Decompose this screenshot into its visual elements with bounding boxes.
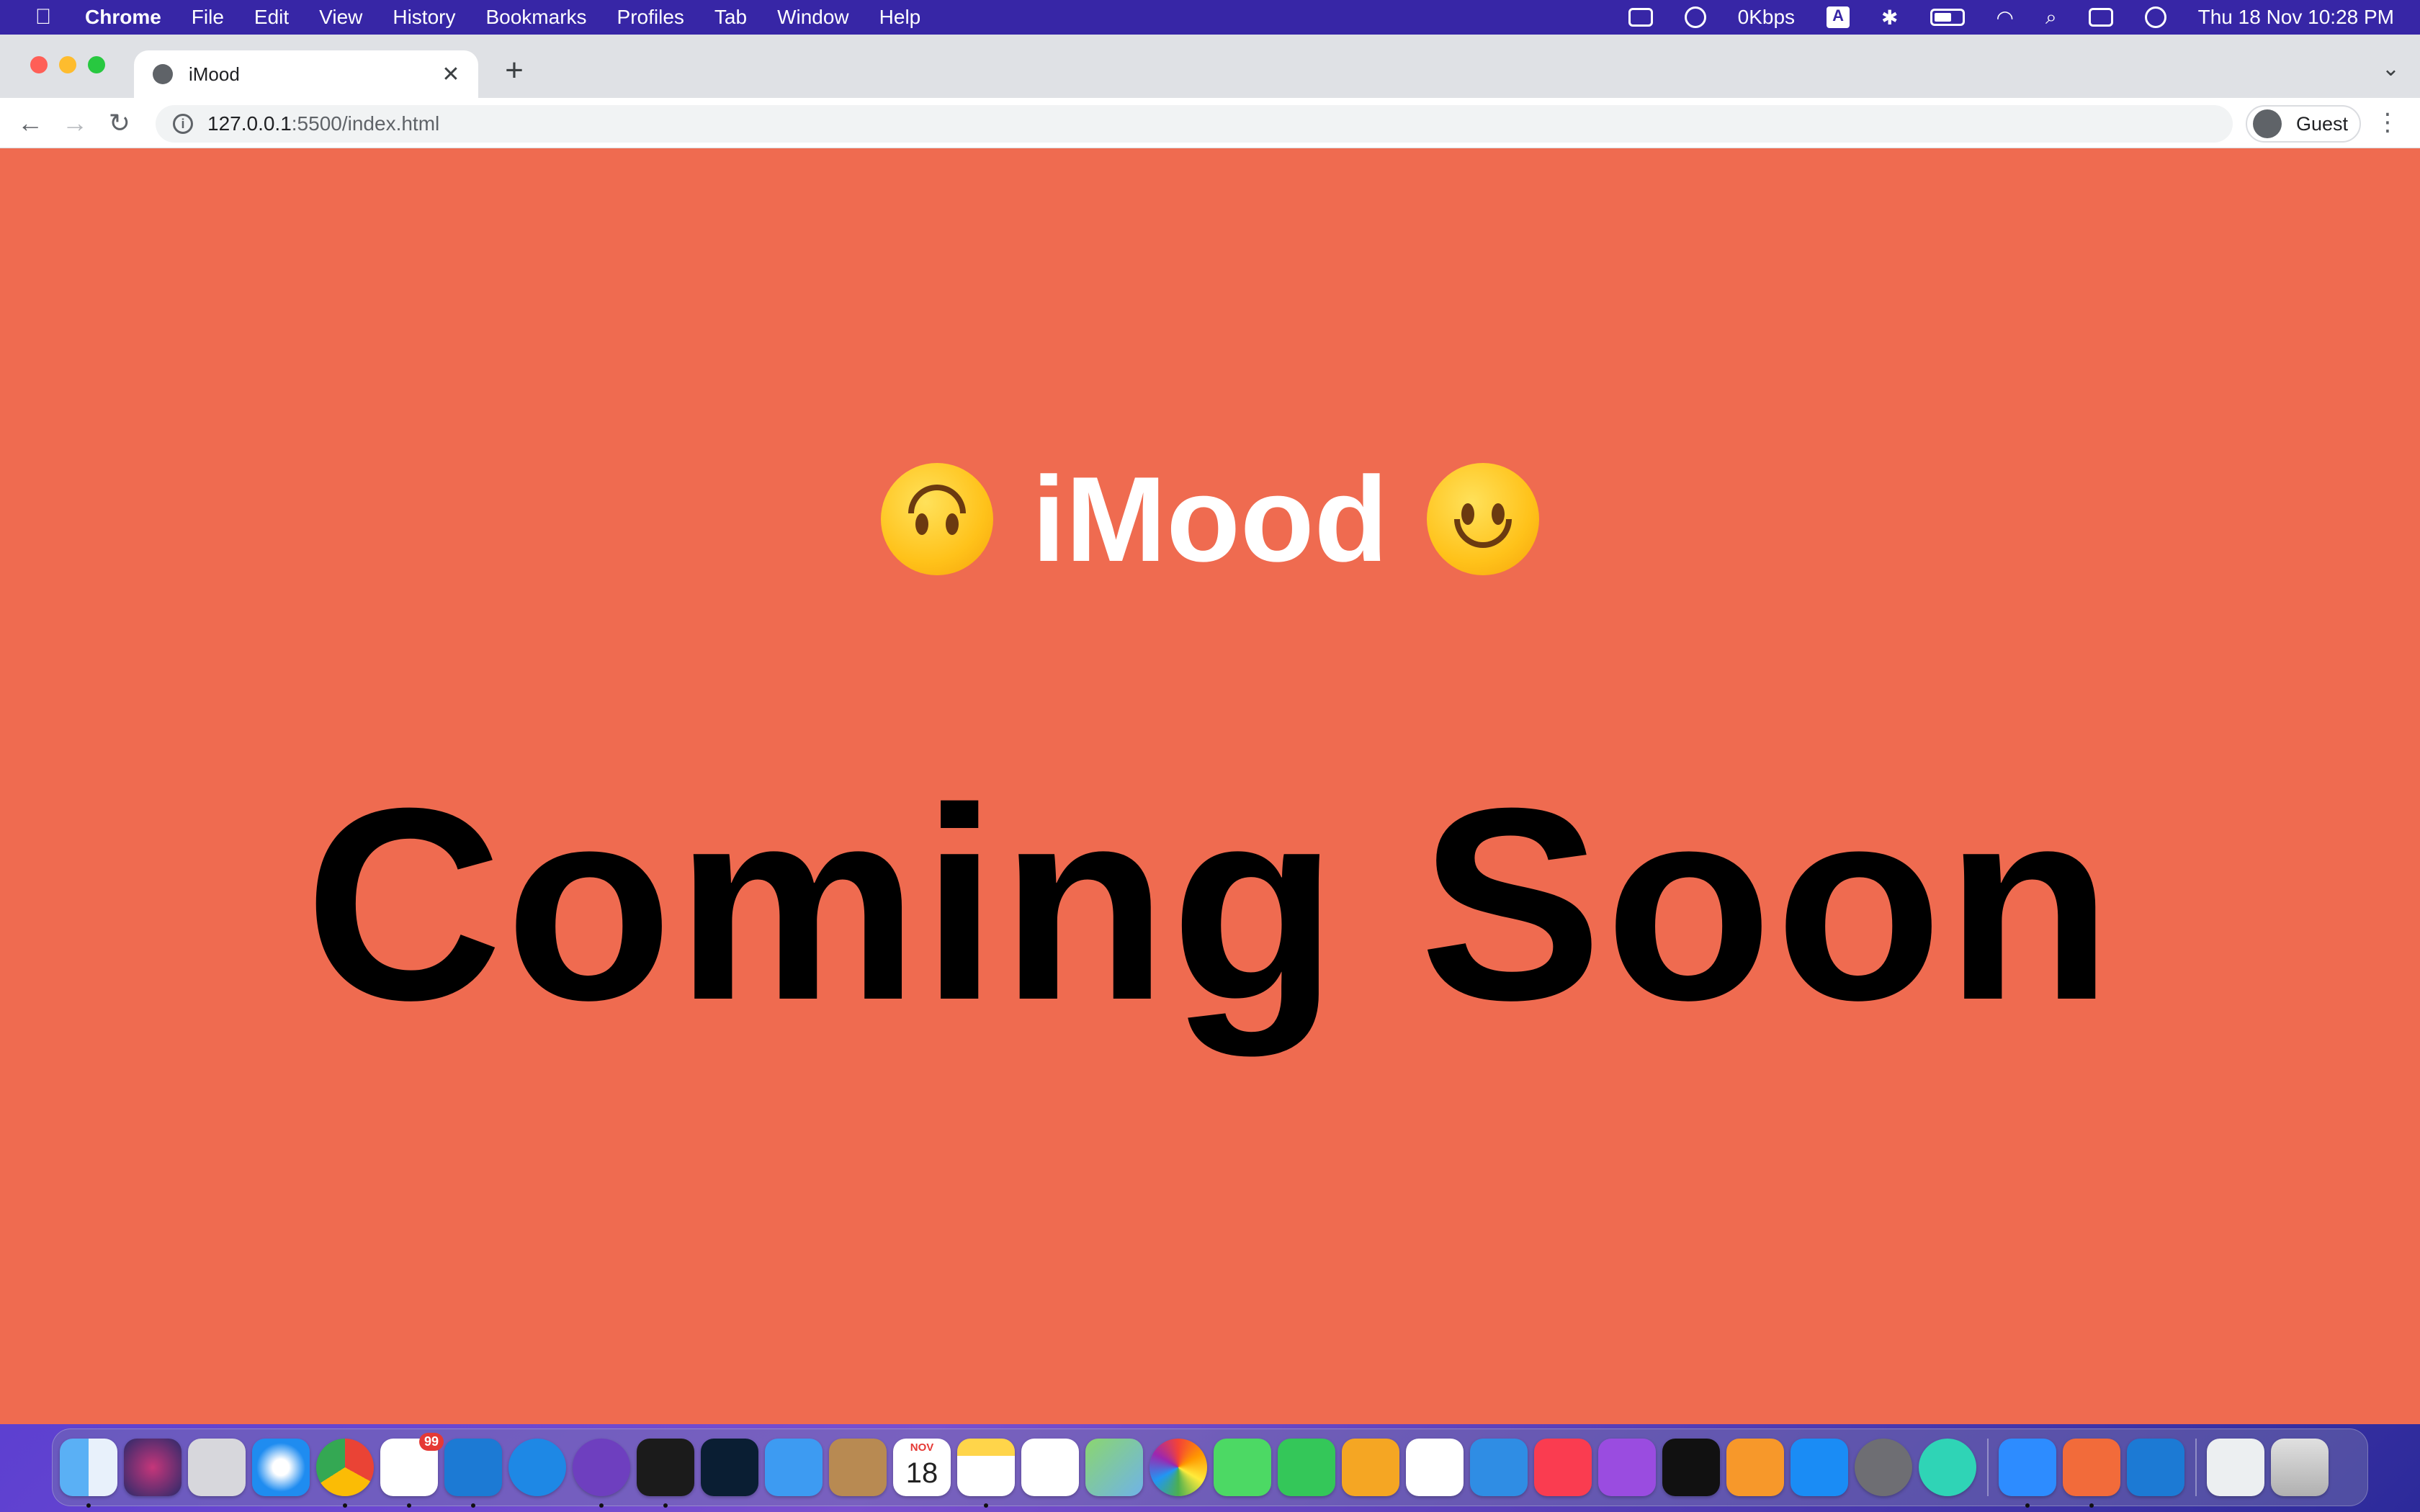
podcasts-icon[interactable] — [1598, 1439, 1656, 1496]
numbers-icon[interactable] — [1406, 1439, 1464, 1496]
page-viewport: iMood Coming Soon — [0, 148, 2420, 1424]
input-source-icon[interactable]: A — [1827, 6, 1850, 28]
forward-button[interactable]: → — [60, 108, 89, 138]
browser-toolbar: ← → ↻ i 127.0.0.1:5500/index.html Guest … — [0, 98, 2420, 148]
upside-down-face-emoji-icon — [880, 463, 993, 575]
keynote-icon[interactable] — [1470, 1439, 1528, 1496]
window-controls — [30, 56, 117, 73]
wifi-icon[interactable]: ◠ — [1996, 6, 2014, 30]
site-info-icon[interactable]: i — [173, 114, 193, 134]
new-tab-button[interactable]: + — [498, 55, 530, 86]
creative-cloud-icon[interactable] — [1684, 6, 1706, 28]
pen-app-icon[interactable] — [2063, 1439, 2120, 1508]
vscode-icon[interactable] — [444, 1439, 502, 1508]
profile-label: Guest — [2296, 112, 2349, 135]
menu-tab[interactable]: Tab — [714, 6, 747, 29]
coming-soon-headline: Coming Soon — [305, 751, 2115, 1057]
slack-icon[interactable]: 99 — [380, 1433, 444, 1508]
menu-view[interactable]: View — [319, 6, 362, 29]
close-tab-icon[interactable]: ✕ — [438, 62, 464, 87]
dock-separator-2 — [2195, 1439, 2197, 1496]
mail-icon[interactable] — [765, 1439, 823, 1496]
notes-icon[interactable] — [957, 1439, 1015, 1508]
menu-app-name[interactable]: Chrome — [85, 6, 161, 29]
vscode-icon-2[interactable] — [2127, 1439, 2184, 1496]
menu-history[interactable]: History — [393, 6, 455, 29]
terminal-icon[interactable] — [637, 1439, 694, 1508]
globe-icon — [153, 64, 173, 84]
facetime-icon[interactable] — [1278, 1439, 1335, 1496]
spotlight-search-icon[interactable]: ⌕ — [2045, 6, 2057, 30]
system-preferences-icon[interactable] — [1855, 1439, 1912, 1496]
page-title: iMood — [1031, 451, 1389, 587]
launchpad-icon[interactable] — [188, 1439, 246, 1496]
profile-button[interactable]: Guest — [2246, 105, 2361, 143]
reminders-icon[interactable] — [1021, 1439, 1079, 1496]
battery-icon[interactable] — [1930, 9, 1965, 26]
control-center-icon[interactable] — [2088, 8, 2113, 27]
siri-menu-icon[interactable] — [2144, 6, 2166, 28]
back-button[interactable]: ← — [16, 108, 45, 138]
safari-icon[interactable] — [252, 1439, 310, 1496]
finder-icon[interactable] — [60, 1439, 117, 1508]
zoom-icon[interactable] — [1999, 1439, 2056, 1508]
menubar-clock[interactable]: Thu 18 Nov 10:28 PM — [2198, 6, 2394, 29]
preview-documents-icon[interactable] — [2207, 1439, 2264, 1496]
slightly-smiling-face-emoji-icon — [1427, 463, 1540, 575]
chrome-menu-icon[interactable]: ⋮ — [2375, 108, 2400, 137]
calendar-month: NOV — [910, 1441, 934, 1454]
github-desktop-icon[interactable] — [573, 1439, 630, 1508]
tab-title: iMood — [189, 63, 240, 85]
app-store-icon[interactable] — [1791, 1439, 1848, 1496]
address-bar[interactable]: i 127.0.0.1:5500/index.html — [156, 105, 2233, 143]
fullscreen-window-button[interactable] — [88, 56, 105, 73]
macos-dock: 99 NOV 18 — [52, 1428, 2368, 1508]
menu-window[interactable]: Window — [777, 6, 849, 29]
minimize-window-button[interactable] — [59, 56, 76, 73]
siri-icon[interactable] — [124, 1439, 182, 1496]
bluetooth-icon[interactable]: ✱ — [1881, 6, 1898, 30]
page-heading: iMood — [0, 451, 2420, 588]
mind-app-icon[interactable] — [1919, 1439, 1976, 1496]
tab-imood[interactable]: iMood ✕ — [134, 50, 478, 98]
url-path: :5500/index.html — [291, 112, 440, 135]
menu-help[interactable]: Help — [879, 6, 921, 29]
dock-separator — [1987, 1439, 1989, 1496]
slack-badge: 99 — [418, 1433, 444, 1451]
tab-strip: iMood ✕ + ⌄ — [0, 35, 2420, 98]
contacts-icon[interactable] — [829, 1439, 887, 1496]
chrome-icon[interactable] — [316, 1439, 374, 1508]
menu-file[interactable]: File — [192, 6, 224, 29]
profile-avatar-icon — [2253, 109, 2282, 138]
apple-menu-icon[interactable]:  — [26, 5, 60, 30]
menu-edit[interactable]: Edit — [254, 6, 289, 29]
photoshop-icon[interactable] — [701, 1439, 758, 1496]
xcode-instruments-icon[interactable] — [508, 1439, 566, 1496]
menu-bookmarks[interactable]: Bookmarks — [485, 6, 586, 29]
url-host: 127.0.0.1 — [207, 112, 292, 135]
screen-recording-icon[interactable] — [1628, 8, 1653, 27]
maps-icon[interactable] — [1085, 1439, 1143, 1496]
books-icon[interactable] — [1726, 1439, 1784, 1496]
macos-menu-bar:  Chrome File Edit View History Bookmark… — [0, 0, 2420, 35]
pages-icon[interactable] — [1342, 1439, 1399, 1496]
network-speed[interactable]: 0Kbps — [1738, 6, 1795, 29]
tab-search-chevron-icon[interactable]: ⌄ — [2382, 56, 2400, 81]
messages-icon[interactable] — [1214, 1439, 1271, 1496]
close-window-button[interactable] — [30, 56, 48, 73]
menu-profiles[interactable]: Profiles — [617, 6, 684, 29]
calendar-icon[interactable]: NOV 18 — [893, 1439, 951, 1496]
photos-icon[interactable] — [1150, 1439, 1207, 1496]
apple-tv-icon[interactable] — [1662, 1439, 1720, 1496]
calendar-day: 18 — [905, 1457, 938, 1489]
chrome-window: iMood ✕ + ⌄ ← → ↻ i 127.0.0.1:5500/index… — [0, 35, 2420, 1424]
reload-button[interactable]: ↻ — [105, 108, 134, 138]
menubar-status-area: 0Kbps A ✱ ◠ ⌕ Thu 18 Nov 10:28 PM — [1597, 6, 2394, 30]
music-icon[interactable] — [1534, 1439, 1592, 1496]
trash-icon[interactable] — [2271, 1439, 2329, 1496]
input-source-label: A — [1827, 6, 1850, 28]
